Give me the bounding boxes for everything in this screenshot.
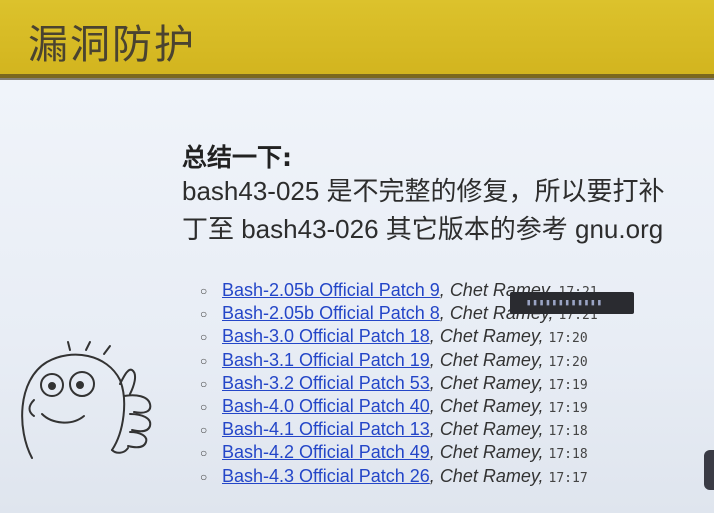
patch-time: 17:20 — [548, 331, 588, 347]
patch-link[interactable]: Bash-3.2 Official Patch 53 — [222, 373, 430, 393]
patch-author: Chet Ramey — [439, 465, 539, 486]
bullet-icon: ○ — [200, 330, 208, 345]
thumbs-up-face-icon — [21, 341, 152, 459]
patch-time: 17:19 — [548, 377, 588, 393]
patch-link[interactable]: Bash-3.1 Official Patch 19 — [222, 350, 430, 370]
summary-line-2: 丁至 bash43-026 其它版本的参考 gnu.org — [182, 214, 664, 244]
patch-author: Chet Ramey — [439, 372, 539, 393]
patch-time: 17:20 — [548, 354, 588, 370]
bullet-icon: ○ — [200, 400, 208, 415]
list-item: ○ Bash-4.0 Official Patch 40, Chet Ramey,… — [200, 396, 588, 417]
summary-text: bash43-025 是不完整的修复，所以要打补 丁至 bash43-026 其… — [182, 172, 714, 248]
patch-author: Chet Ramey — [439, 442, 539, 463]
bullet-icon: ○ — [200, 376, 208, 391]
slide-title: 漏洞防护 — [28, 22, 196, 68]
list-item: ○ Bash-3.0 Official Patch 18, Chet Ramey,… — [200, 326, 588, 347]
patch-author: Chet Ramey — [439, 419, 539, 440]
bullet-icon: ○ — [200, 446, 208, 461]
patch-link[interactable]: Bash-4.2 Official Patch 49 — [222, 442, 430, 462]
list-item: ○ Bash-4.3 Official Patch 26, Chet Ramey,… — [200, 465, 588, 486]
patch-author-prefix: , — [439, 280, 450, 300]
bullet-icon: ○ — [200, 353, 208, 368]
patch-link[interactable]: Bash-2.05b Official Patch 9 — [222, 280, 440, 300]
list-item: ○ Bash-3.2 Official Patch 53, Chet Ramey,… — [200, 372, 588, 393]
slide-header: 漏洞防护 — [0, 0, 714, 80]
patch-link[interactable]: Bash-2.05b Official Patch 8 — [222, 303, 440, 323]
patch-time: 17:19 — [548, 401, 588, 417]
bullet-icon: ○ — [200, 423, 208, 438]
patch-time: 17:18 — [548, 424, 588, 440]
mosaic-pattern: ▮▮▮▮▮▮▮▮▮▮▮▮ — [526, 298, 604, 308]
list-item: ○ Bash-4.2 Official Patch 49, Chet Ramey,… — [200, 442, 588, 463]
patch-time: 17:18 — [548, 447, 588, 463]
list-item: ○ Bash-4.1 Official Patch 13, Chet Ramey,… — [200, 419, 588, 440]
bullet-icon: ○ — [200, 469, 208, 484]
screen-edge — [704, 450, 714, 490]
patch-time: 17:17 — [548, 470, 588, 486]
overlay-mosaic: ▮▮▮▮▮▮▮▮▮▮▮▮ — [510, 292, 634, 314]
patch-link[interactable]: Bash-4.0 Official Patch 40 — [222, 396, 430, 416]
patch-link[interactable]: Bash-3.0 Official Patch 18 — [222, 326, 430, 346]
patch-author: Chet Ramey — [439, 326, 539, 347]
summary-line-1: bash43-025 是不完整的修复，所以要打补 — [182, 176, 665, 206]
patch-link[interactable]: Bash-4.3 Official Patch 26 — [222, 466, 430, 486]
bullet-icon: ○ — [200, 284, 208, 298]
list-item: ○ Bash-3.1 Official Patch 19, Chet Ramey,… — [200, 349, 588, 370]
patch-link[interactable]: Bash-4.1 Official Patch 13 — [222, 419, 430, 439]
bullet-icon: ○ — [200, 307, 208, 322]
patch-author: Chet Ramey — [439, 349, 539, 370]
summary-heading: 总结一下: — [182, 143, 292, 172]
patch-author: Chet Ramey — [439, 396, 539, 417]
